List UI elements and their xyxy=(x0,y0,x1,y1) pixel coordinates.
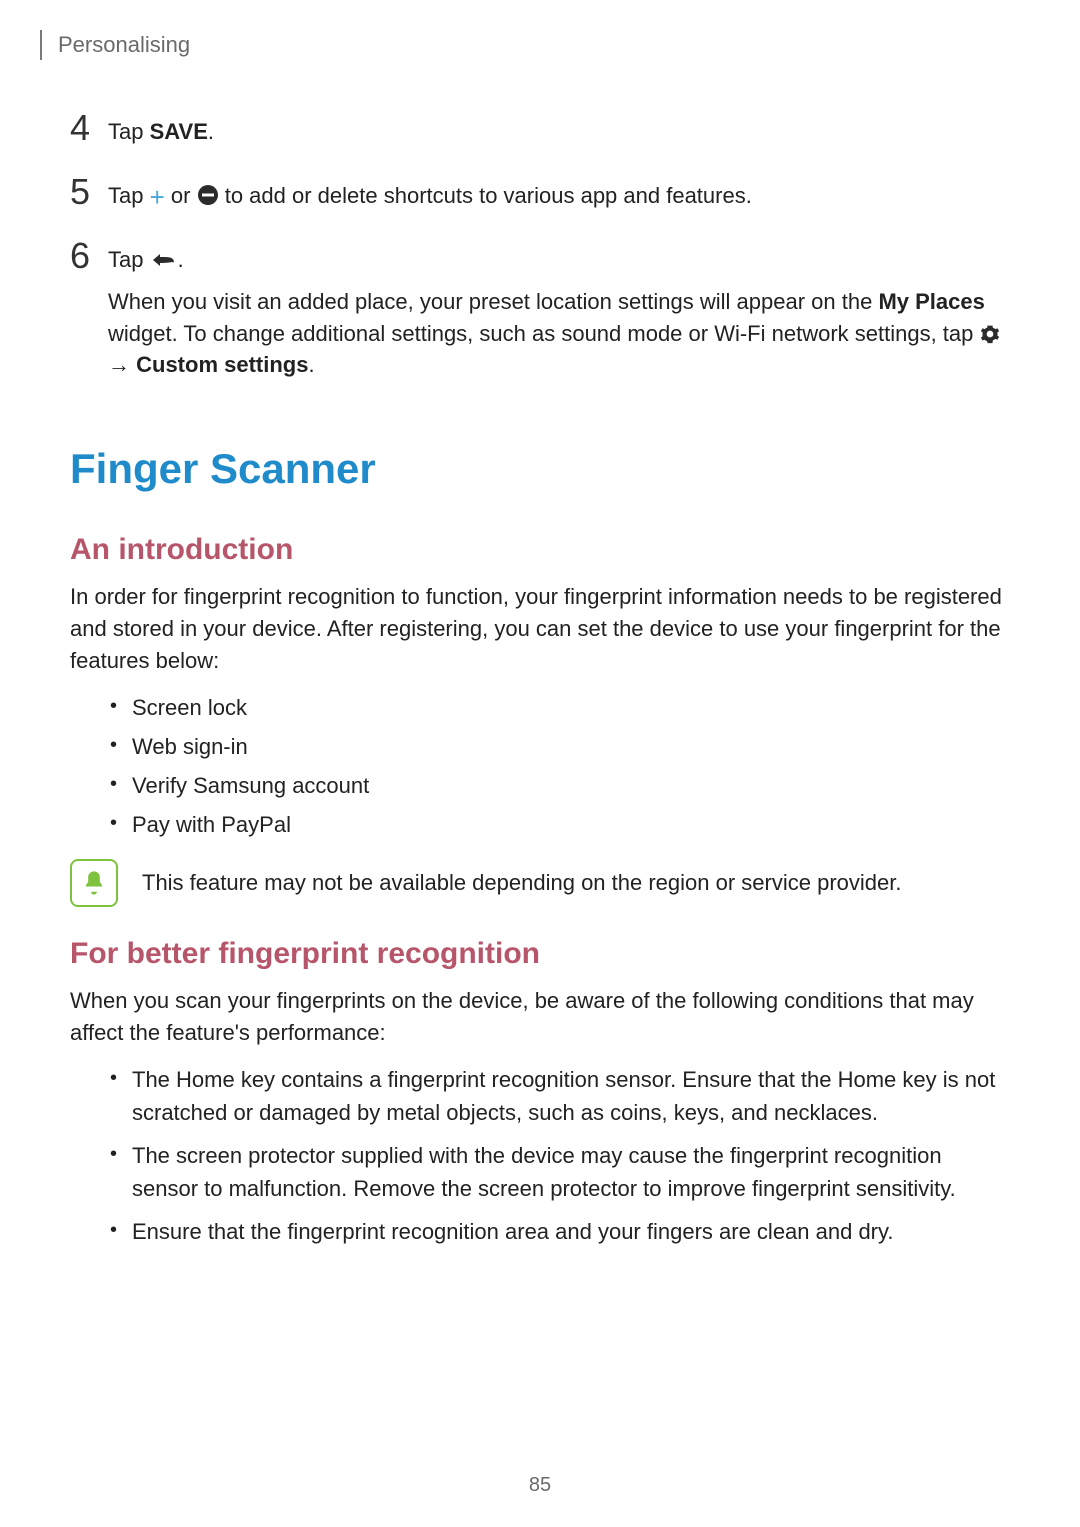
step-6-line1-prefix: Tap xyxy=(108,247,150,272)
better-paragraph: When you scan your fingerprints on the d… xyxy=(70,985,1010,1049)
step-5-mid: or xyxy=(171,183,197,208)
step-4: 4 Tap SAVE. xyxy=(70,110,1010,152)
minus-circle-icon xyxy=(197,184,219,206)
step-5-prefix: Tap xyxy=(108,183,150,208)
step-6: 6 Tap . When you visit an added place, y… xyxy=(70,238,1010,386)
step-6-line2e: Custom settings xyxy=(136,352,308,377)
step-6-line2a: When you visit an added place, your pres… xyxy=(108,289,878,314)
step-6-arrow: → xyxy=(108,352,136,377)
gear-icon xyxy=(980,324,1000,344)
note-callout: This feature may not be available depend… xyxy=(70,859,1010,907)
list-item: Verify Samsung account xyxy=(110,769,1010,802)
page-number: 85 xyxy=(0,1474,1080,1497)
back-arrow-icon xyxy=(150,250,178,270)
intro-bullet-list: Screen lock Web sign-in Verify Samsung a… xyxy=(70,691,1010,841)
step-5: 5 Tap + or to add or delete shortcuts to… xyxy=(70,174,1010,216)
step-6-number: 6 xyxy=(70,238,108,274)
list-item: Pay with PayPal xyxy=(110,808,1010,841)
list-item: Ensure that the fingerprint recognition … xyxy=(110,1215,1010,1248)
step-6-line2f: . xyxy=(308,352,314,377)
step-4-body: Tap SAVE. xyxy=(108,110,1010,152)
page-title: Finger Scanner xyxy=(70,445,1010,493)
step-4-bold: SAVE xyxy=(150,119,208,144)
intro-paragraph: In order for fingerprint recognition to … xyxy=(70,581,1010,677)
better-bullet-list: The Home key contains a fingerprint reco… xyxy=(70,1063,1010,1248)
bell-icon xyxy=(70,859,118,907)
list-item: Web sign-in xyxy=(110,730,1010,763)
step-4-text-suffix: . xyxy=(208,119,214,144)
list-item: The Home key contains a fingerprint reco… xyxy=(110,1063,1010,1129)
section-header-text: Personalising xyxy=(58,32,190,58)
step-6-line2c: widget. To change additional settings, s… xyxy=(108,321,980,346)
better-heading: For better fingerprint recognition xyxy=(70,937,1010,971)
step-4-number: 4 xyxy=(70,110,108,146)
step-5-body: Tap + or to add or delete shortcuts to v… xyxy=(108,174,1010,216)
step-6-body: Tap . When you visit an added place, you… xyxy=(108,238,1010,386)
intro-heading: An introduction xyxy=(70,533,1010,567)
section-header: Personalising xyxy=(40,30,1010,60)
note-text: This feature may not be available depend… xyxy=(142,868,901,899)
list-item: Screen lock xyxy=(110,691,1010,724)
step-4-text-prefix: Tap xyxy=(108,119,150,144)
step-5-number: 5 xyxy=(70,174,108,210)
step-6-line1-suffix: . xyxy=(178,247,184,272)
step-6-line2b: My Places xyxy=(878,289,984,314)
list-item: The screen protector supplied with the d… xyxy=(110,1139,1010,1205)
step-5-suffix: to add or delete shortcuts to various ap… xyxy=(225,183,752,208)
